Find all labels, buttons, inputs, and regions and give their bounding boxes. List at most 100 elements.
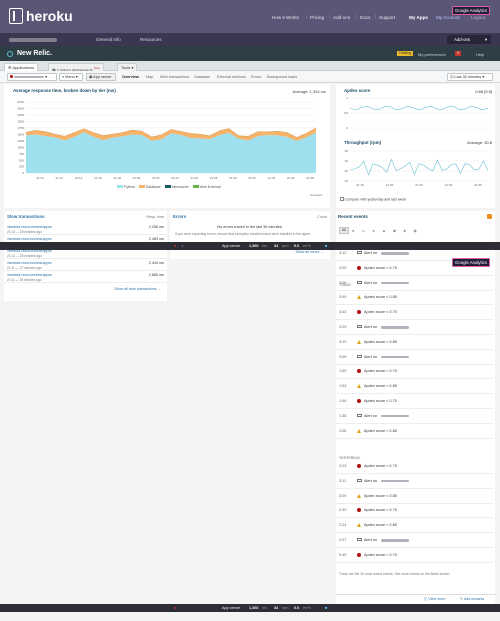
x-tick-label: 21:15 [356,183,364,187]
heroku-logo[interactable]: heroku [9,8,73,25]
critical-icon [357,508,361,513]
add-remarks-link[interactable]: ✎ Add remarks [460,597,484,601]
list-item[interactable]: 2:32 Apdex score < 0.70 [336,504,493,519]
list-item[interactable]: 3:43 Apdex score < 0.70 [336,306,493,321]
errors-title[interactable]: Errors [173,214,186,219]
show-all-errors[interactable]: Show all errors → [295,250,324,254]
table-row[interactable]: /lambda-resources/wrapper 2,880 ms 21:11 —… [4,272,167,283]
warning-icon [357,428,361,433]
event-text: Alert on [364,538,378,542]
google-analytics-badge-2[interactable]: Google Analytics [452,258,491,267]
y-tick-label: 20 [345,179,349,183]
list-item[interactable]: 3:23 Apdex score < 0.70 [336,460,493,474]
event-filter-icons[interactable]: ● ▭ ● ▲ ◆ ◈ ◉ [352,228,420,233]
subnav-errors[interactable]: Errors [251,75,261,79]
tab-custom-dashboards[interactable]: ▦ Custom dashboards New [48,63,104,72]
tab-resources[interactable]: Resources [140,37,162,42]
transaction-name[interactable]: /lambda-resources/wrapper [7,237,52,241]
y-tick-label: 500 [19,158,24,162]
errors-count-header: Count [317,215,327,219]
y-tick-label: 2250 [17,113,24,117]
table-row[interactable]: /lambda-resources/wrapper 2,444 ms 21:11 —… [4,260,167,271]
list-item[interactable]: 3:19 Apdex score < 0.85 [336,336,493,350]
alert-target-redacted [381,539,409,542]
app-server-button[interactable]: ◉ App server [86,73,116,81]
list-item[interactable]: 3:08 Alert on [336,277,493,291]
subnav-external-services[interactable]: External services [217,75,246,79]
legend-swatch-web-external [192,185,199,188]
list-item[interactable]: 1:54 Apdex score < 0.85 [336,380,493,395]
nav-support[interactable]: Support [379,15,395,20]
my-preferences-link[interactable]: My preferences [418,52,446,57]
subnav-overview[interactable]: Overview [122,75,139,79]
show-all-slow-transactions[interactable]: Show all slow transactions → [114,287,161,291]
list-item[interactable]: 3:09 Alert on [336,351,493,365]
legend-memcache: Memcache [171,185,189,189]
event-time: 1:08 [339,428,347,433]
app-selector[interactable]: ▾ [7,73,57,81]
y-tick-label: 1 [346,96,348,100]
time-range-picker[interactable]: ◷ Last 30 minutes ▾ [447,73,493,81]
transaction-name[interactable]: /lambda-resources/wrapper [7,225,52,229]
google-analytics-badge[interactable]: Google Analytics [452,6,491,15]
list-item[interactable]: 2:24 Apdex score < 0.85 [336,519,493,534]
list-item[interactable]: 1:08 Apdex score < 0.85 [336,425,493,439]
list-item[interactable]: 1:46 Apdex score < 0.70 [336,395,493,409]
list-item[interactable]: 3:29 Alert on [336,321,493,335]
tab-applications[interactable]: ⚙ Applications [4,63,39,71]
list-item[interactable]: 1:59 Apdex score < 0.70 [336,365,493,380]
alert-target-redacted [381,326,409,329]
filter-all-button[interactable]: All [339,227,349,234]
transaction-name[interactable]: /lambda-resources/wrapper [7,261,52,265]
table-row[interactable]: /lambda-resources/wrapper 2,256 ms 21:13 —… [4,224,167,235]
x-tick-label: 21:12 [56,176,64,180]
list-item[interactable]: 3:49 Apdex score < 0.85 [336,291,493,306]
event-text: Alert on [364,354,378,359]
notification-badge[interactable]: 2 [455,51,461,56]
menu-button[interactable]: ≡ Menu ▾ [59,73,83,81]
subnav-background-tasks[interactable]: Background tasks [267,75,297,79]
app-server-status-bar: ● ▪ App server 1,360 ms 34 rpm 0.0 err% … [0,242,500,250]
y-tick-label: 30 [345,169,349,173]
status-throughput: 34 [274,244,279,248]
status-app-server[interactable]: App server [222,606,240,610]
event-text: Apdex score < 0.85 [364,295,397,300]
right-charts-panel: Apdex score 0.68 [0.5] 1 0.5 0 Throughput … [336,84,495,208]
list-item[interactable]: 3:11 Alert on [336,475,493,489]
help-menu[interactable]: Help [476,52,484,57]
subnav-database[interactable]: Database [194,75,210,79]
list-item[interactable]: 3:09 Apdex score < 0.85 [336,490,493,504]
nav-docs[interactable]: Docs [360,15,370,20]
errors-empty-message: No errors traced in the last 30 minutes. [217,225,283,229]
nav-addons[interactable]: Add-ons [333,15,350,20]
rss-icon[interactable] [487,214,492,219]
tab-general-info[interactable]: General Info [96,37,121,42]
critical-icon [357,552,361,557]
tab-tools[interactable]: Tools ▾ [117,63,138,71]
addons-dropdown[interactable]: Add-ons ▾ [447,35,491,44]
status-info-icon[interactable]: ■ [325,606,327,610]
slow-transactions-title[interactable]: Slow transactions [7,214,45,219]
nav-pricing[interactable]: Pricing [310,15,324,20]
response-time-average: Average: 1,394 ms [292,89,326,94]
transaction-name[interactable]: /lambda-resources/wrapper [7,273,52,277]
addons-label: Add-ons [454,37,471,42]
app-name-redacted[interactable] [9,38,57,42]
y-tick-label: 250 [19,165,24,169]
nav-how-it-works[interactable]: How it Works [272,15,299,20]
nav-logout[interactable]: Logout [471,15,485,20]
event-text: Apdex score < 0.70 [364,508,397,513]
status-info-icon[interactable]: ■ [325,244,327,248]
status-app-server[interactable]: App server [222,244,240,248]
list-item[interactable]: 0:49 Apdex score < 0.70 [336,549,493,563]
compare-checkbox[interactable]: Compare with yesterday and last week [340,197,406,202]
subnav-map[interactable]: Map [146,75,153,79]
newrelic-brand[interactable]: New Relic. [17,50,52,57]
list-item[interactable]: 1:38 Alert on [336,410,493,424]
list-item[interactable]: 2:07 Alert on [336,534,493,548]
view-more-link[interactable]: ◫ View more [424,597,445,601]
subnav-web-transactions[interactable]: Web transactions [160,75,189,79]
nav-my-apps[interactable]: My Apps [409,15,428,20]
status-errors: 0.0 [294,606,300,610]
nav-my-account[interactable]: My Account [436,15,460,20]
